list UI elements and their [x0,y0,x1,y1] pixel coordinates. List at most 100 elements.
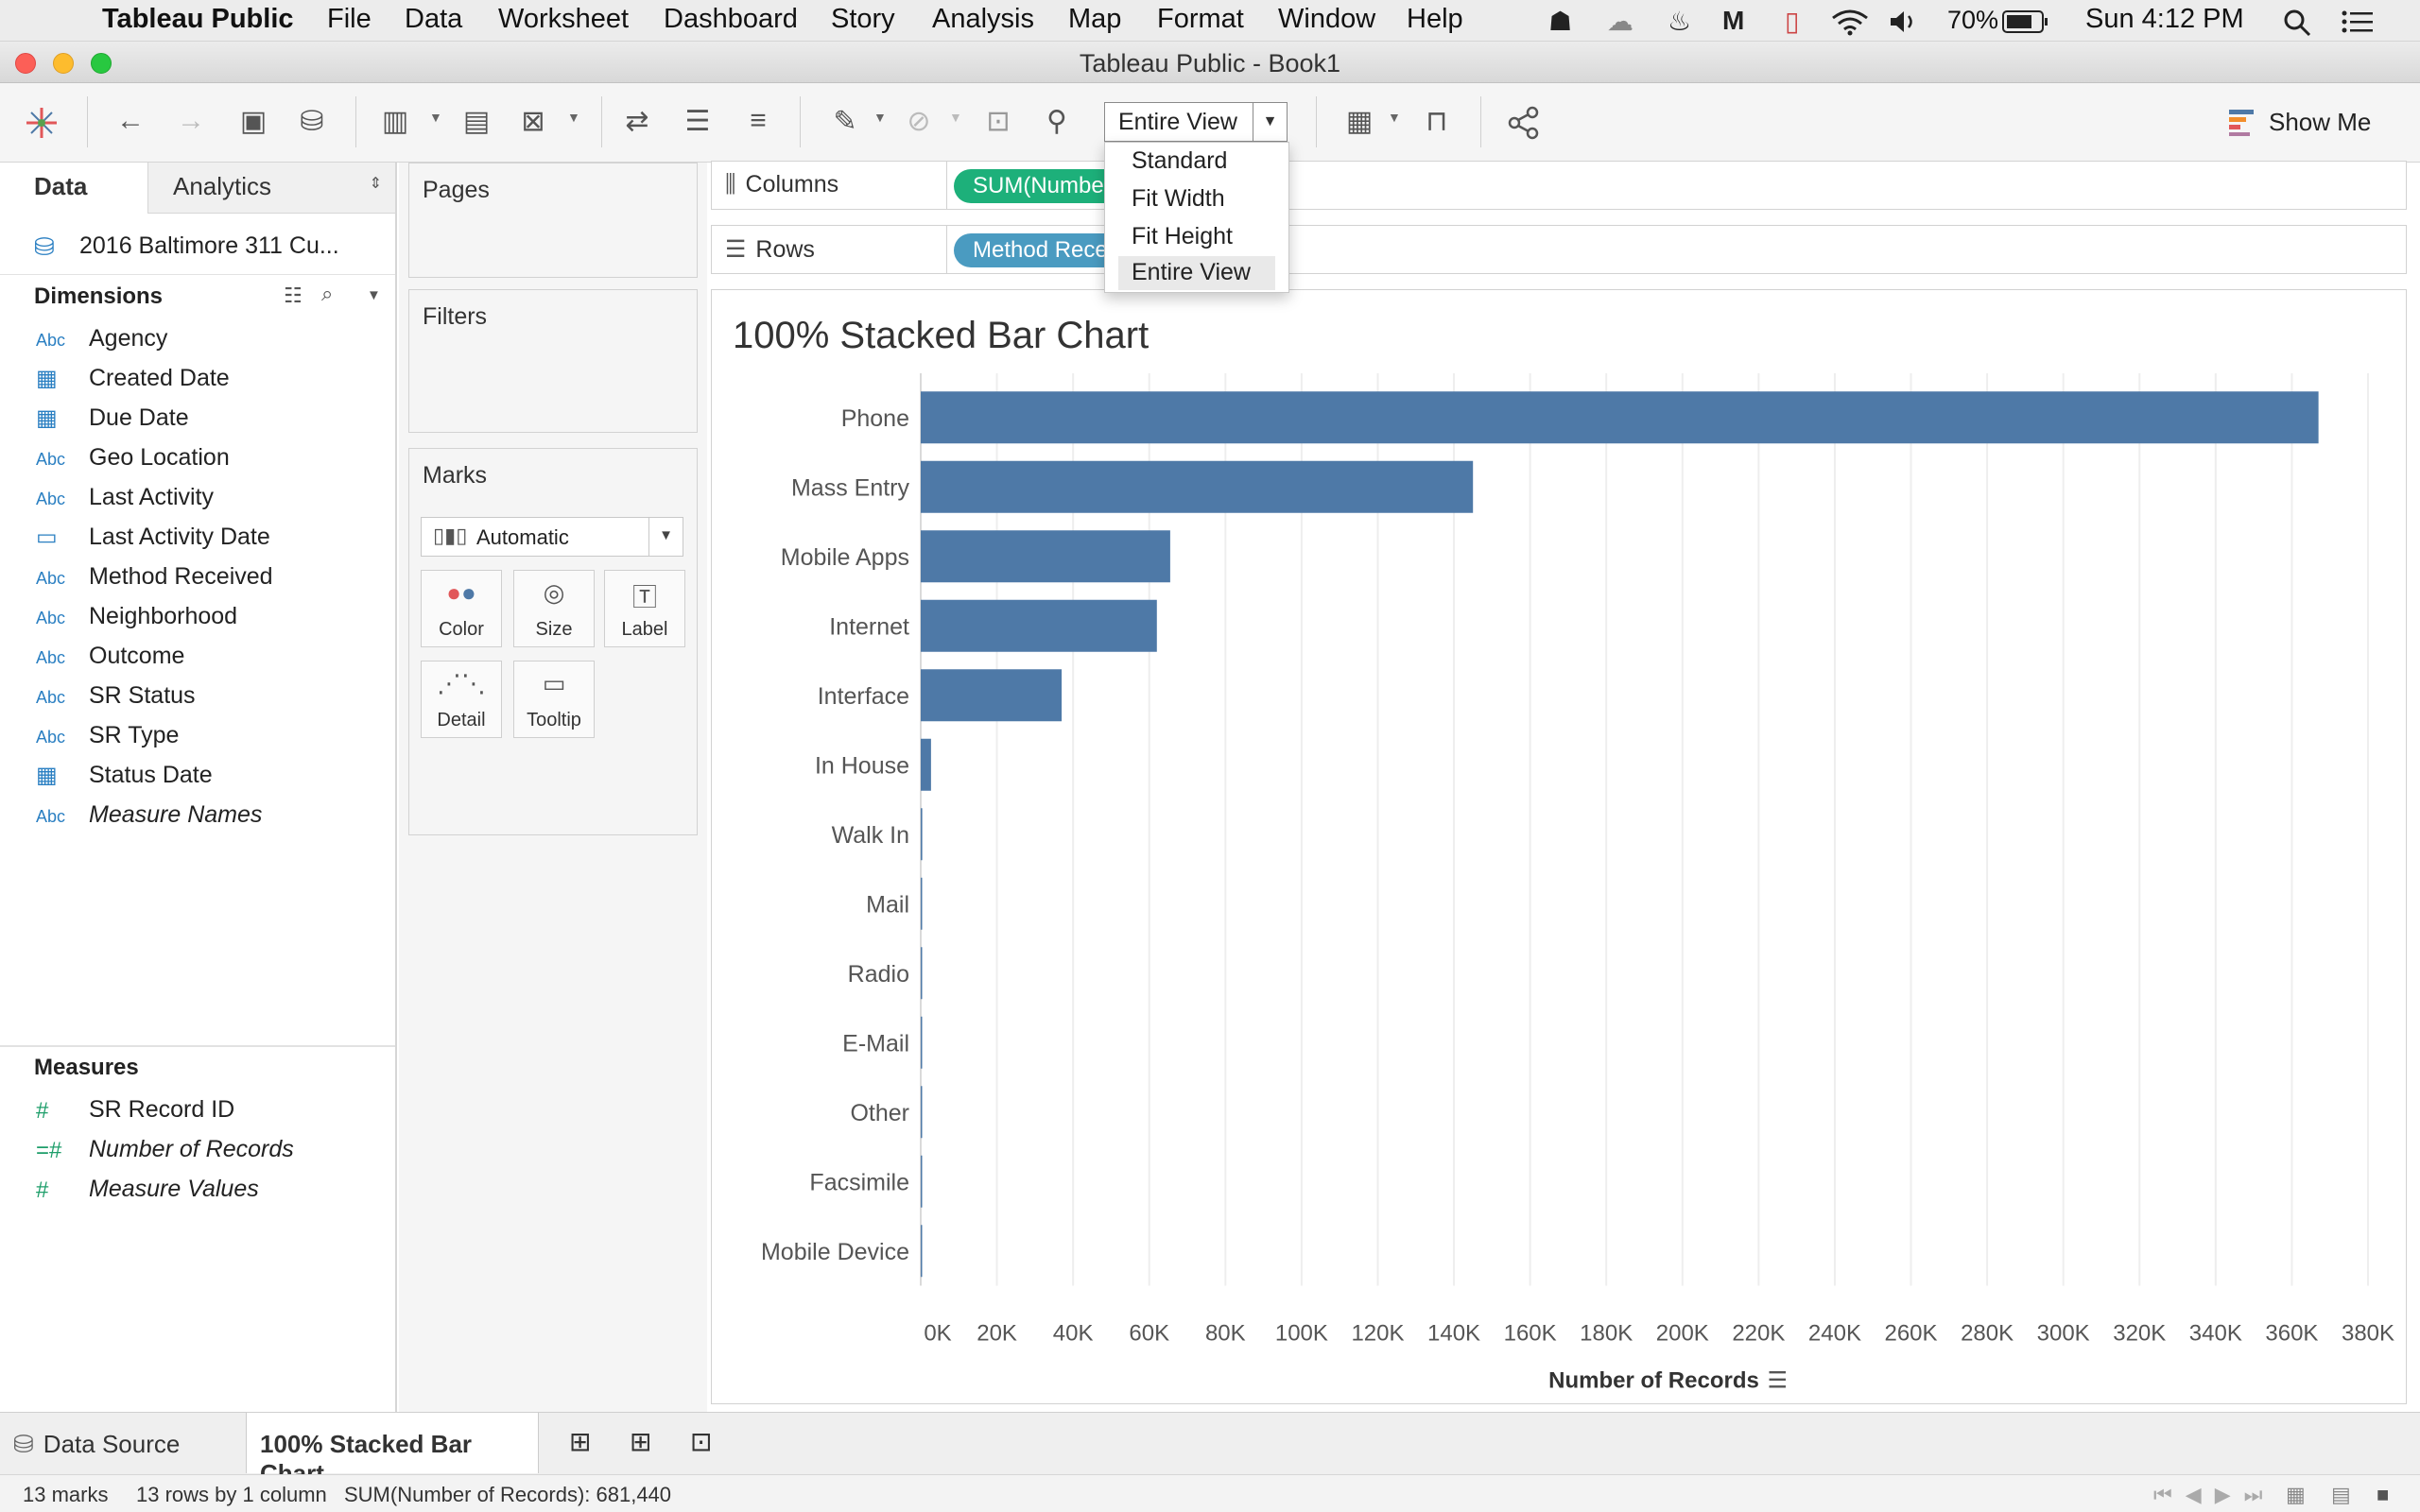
bar[interactable] [921,808,923,861]
bar[interactable] [921,1016,923,1069]
fit-option-fit-width[interactable]: Fit Width [1118,182,1275,216]
menu-file[interactable]: File [327,4,372,35]
chevron-down-icon[interactable]: ▼ [1253,103,1287,141]
tableau-logo-icon[interactable] [23,104,60,142]
back-arrow-icon[interactable]: ← [110,100,151,142]
category-label: Phone [841,405,909,432]
tab-data-source[interactable]: ⛁ Data Source [0,1413,244,1473]
flame-icon[interactable]: ♨ [1668,6,1691,37]
battery-icon[interactable] [2002,9,2049,34]
volume-icon[interactable] [1889,9,1921,34]
pages-shelf[interactable]: Pages [408,163,698,278]
datasource-icon: ⛁ [34,232,55,261]
search-icon[interactable]: ⌕ [321,282,333,306]
bar[interactable] [921,460,1474,513]
size-circles-icon: ◎ [543,578,565,607]
notification-center-icon[interactable] [2341,9,2375,36]
show-me-button[interactable]: Show Me [2223,100,2412,144]
spotlight-search-icon[interactable] [2282,8,2312,38]
category-label: Mail [866,891,909,918]
new-story-tab-icon[interactable]: ⊡ [677,1413,722,1473]
bar[interactable] [921,738,931,791]
forward-arrow-icon[interactable]: → [170,100,212,142]
bar[interactable] [921,599,1157,652]
phone-icon[interactable]: ▯ [1785,6,1799,37]
duplicate-sheet-icon[interactable]: ▤ [456,100,497,142]
pane-menu-chevron-icon[interactable]: ▼ [367,287,381,303]
menu-window[interactable]: Window [1278,4,1375,35]
show-cards-icon[interactable]: ▦ [1339,100,1380,142]
menu-format[interactable]: Format [1157,4,1244,35]
window-title-bar: Tableau Public - Book1 [0,42,2420,83]
show-mark-labels-icon[interactable]: ⊡ [977,100,1019,142]
cloud-icon[interactable]: ☁ [1607,6,1634,37]
chevron-down-icon[interactable]: ▼ [648,518,683,556]
group-members-icon[interactable]: ⊘ [898,100,940,142]
bar[interactable] [921,1225,923,1278]
bar[interactable] [921,391,2319,444]
highlight-icon[interactable]: ✎ [824,100,866,142]
sheet-navigation-arrows[interactable]: ⏮◀▶⏭ [2153,1483,2275,1507]
menu-worksheet[interactable]: Worksheet [498,4,629,35]
menu-story[interactable]: Story [831,4,895,35]
color-button[interactable]: ●● Color [421,570,502,647]
clear-sheet-icon[interactable]: ⊠ [512,100,554,142]
fix-axes-pin-icon[interactable]: ⚲ [1036,100,1078,142]
detail-button[interactable]: ⋰⋱ Detail [421,661,502,738]
bar[interactable] [921,530,1170,583]
fit-option-standard[interactable]: Standard [1118,145,1275,179]
menu-help[interactable]: Help [1407,4,1463,35]
share-icon[interactable] [1507,106,1541,140]
save-icon[interactable]: ▣ [233,100,274,142]
pane-splitter[interactable] [0,1045,395,1047]
menu-clock[interactable]: Sun 4:12 PM [2085,4,2244,35]
presentation-mode-icon[interactable]: ⊓ [1416,100,1458,142]
tabs-view-icon[interactable]: ■ [2377,1483,2389,1507]
sheet-sorter-icon[interactable]: ▦ [2286,1483,2306,1507]
malwarebytes-icon[interactable]: M [1722,6,1744,36]
new-worksheet-icon[interactable]: ▥ [374,100,416,142]
worksheet-view[interactable]: 100% Stacked Bar Chart Phone Mass Entry Mo… [711,289,2407,1404]
category-label: Mobile Apps [781,544,909,571]
menu-dashboard[interactable]: Dashboard [664,4,798,35]
filters-shelf[interactable]: Filters [408,289,698,433]
bar[interactable] [921,1155,923,1208]
menu-data[interactable]: Data [405,4,462,35]
x-tick-label: 100K [1275,1321,1328,1347]
tab-analytics[interactable]: Analytics ⇕ [147,163,395,214]
tab-data[interactable]: Data [0,163,147,214]
bar[interactable] [921,947,923,1000]
status-bar: 13 marks 13 rows by 1 column SUM(Number … [0,1474,2420,1512]
sort-descending-icon[interactable]: ≡ [737,100,779,142]
filmstrip-icon[interactable]: ▤ [2331,1483,2351,1507]
view-as-list-icon[interactable]: ☷ [284,284,302,308]
rows-icon: ☰ [725,236,747,263]
rows-shelf[interactable]: ☰ Rows Method Rece [711,225,2407,274]
bar[interactable] [921,877,923,930]
bar[interactable] [921,669,1063,722]
size-button[interactable]: ◎ Size [513,570,595,647]
tab-active-sheet[interactable]: 100% Stacked Bar Chart [246,1413,539,1487]
columns-pill[interactable]: SUM(Numbe [954,169,1128,203]
fit-view-select[interactable]: Entire View ▼ [1104,102,1288,142]
mark-type-select[interactable]: ▯▮▯ Automatic ▼ [421,517,683,557]
wifi-icon[interactable] [1830,8,1870,36]
menu-app-name[interactable]: Tableau Public [102,4,294,35]
fit-option-fit-height[interactable]: Fit Height [1118,220,1275,254]
new-dashboard-tab-icon[interactable]: ⊞ [616,1413,662,1473]
menu-analysis[interactable]: Analysis [932,4,1034,35]
label-button[interactable]: 🅃 Label [604,570,685,647]
ghost-icon[interactable]: ☗ [1548,6,1572,37]
tooltip-button[interactable]: ▭ Tooltip [513,661,595,738]
new-worksheet-tab-icon[interactable]: ⊞ [556,1413,601,1473]
datasource-item[interactable]: ⛁ 2016 Baltimore 311 Cu... [34,229,384,266]
label-t-icon: 🅃 [631,583,657,611]
fit-option-entire-view[interactable]: Entire View [1118,256,1275,290]
menu-map[interactable]: Map [1068,4,1121,35]
sort-ascending-icon[interactable]: ☰ [677,100,718,142]
bar[interactable] [921,1086,923,1139]
columns-shelf[interactable]: ⫼ Columns SUM(Numbe [711,161,2407,210]
sort-toggle-icon[interactable]: ⇕ [370,174,382,193]
new-datasource-icon[interactable]: ⛁ [291,100,333,142]
swap-rows-columns-icon[interactable]: ⇄ [616,100,658,142]
